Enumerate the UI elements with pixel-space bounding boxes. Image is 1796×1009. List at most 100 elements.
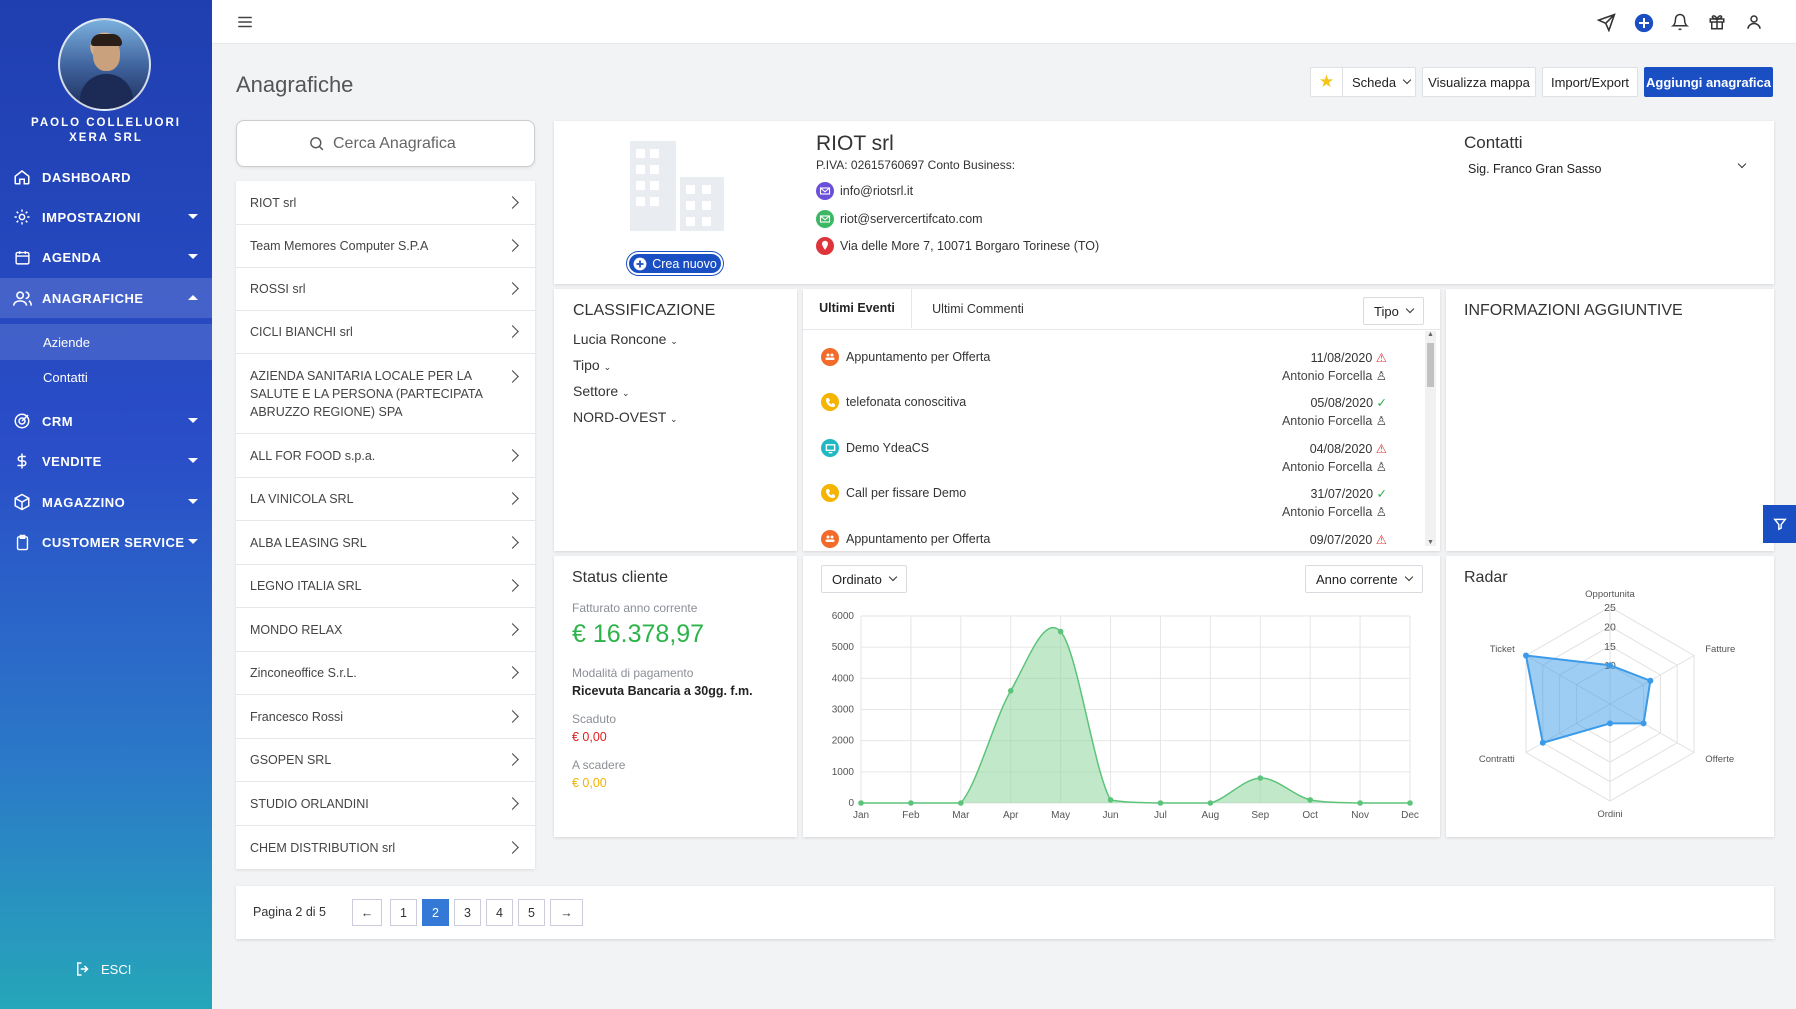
events-card: Ultimi Eventi Ultimi Commenti Tipo Appun… — [803, 289, 1440, 551]
list-item[interactable]: Team Memores Computer S.P.A — [236, 225, 535, 268]
list-item[interactable]: Zinconeoffice S.r.L. — [236, 652, 535, 695]
scrollbar-thumb[interactable] — [1427, 343, 1434, 387]
avatar[interactable] — [58, 18, 151, 111]
chevron-right-icon — [506, 840, 519, 854]
import-export-button[interactable]: Import/Export — [1542, 67, 1638, 97]
radar-axis-label: Contratti — [1479, 754, 1515, 765]
list-item[interactable]: AZIENDA SANITARIA LOCALE PER LA SALUTE E… — [236, 354, 535, 434]
pagination-page-3[interactable]: 3 — [454, 899, 481, 926]
sidebar-item-crm[interactable]: CRM — [0, 401, 212, 441]
home-icon — [12, 167, 32, 187]
tipo-filter-dropdown[interactable]: Tipo — [1363, 297, 1424, 325]
scheda-dropdown[interactable]: ★ Scheda — [1310, 67, 1416, 97]
bell-icon[interactable] — [1671, 13, 1691, 33]
list-item[interactable]: telefonata conoscitiva 05/08/2020 ✓ Anto… — [821, 392, 1425, 437]
list-item[interactable]: Francesco Rossi — [236, 695, 535, 739]
x-tick-label: Nov — [1351, 810, 1369, 821]
events-scrollbar[interactable]: ▲ ▼ — [1425, 331, 1436, 546]
box-icon — [12, 492, 32, 512]
sidebar-item-agenda[interactable]: AGENDA — [0, 237, 212, 277]
pagination-page-2[interactable]: 2 — [422, 899, 449, 926]
sidebar-item-customer-service[interactable]: CUSTOMER SERVICE — [0, 522, 212, 562]
list-item[interactable]: LEGNO ITALIA SRL — [236, 565, 535, 608]
classification-owner-dropdown[interactable]: Lucia Roncone ⌄ — [573, 331, 678, 347]
email-icon — [816, 210, 834, 228]
classification-card: CLASSIFICAZIONE Lucia Roncone ⌄ Tipo ⌄ S… — [554, 289, 797, 551]
send-icon[interactable] — [1597, 13, 1617, 33]
company-name: AZIENDA SANITARIA LOCALE PER LA SALUTE E… — [250, 368, 483, 419]
pagination-next-button[interactable]: → — [550, 899, 583, 926]
chevron-right-icon — [506, 282, 519, 295]
add-circle-icon[interactable] — [1634, 13, 1654, 33]
tab-ultimi-commenti[interactable]: Ultimi Commenti — [913, 289, 1043, 329]
contact-select[interactable]: Sig. Franco Gran Sasso — [1468, 159, 1753, 179]
star-icon[interactable]: ★ — [1311, 68, 1343, 96]
user-icon[interactable] — [1745, 13, 1765, 33]
list-item[interactable]: LA VINICOLA SRL — [236, 478, 535, 521]
list-item[interactable]: CHEM DISTRIBUTION srl — [236, 826, 535, 869]
sidebar-subitem-contatti[interactable]: Contatti — [0, 359, 212, 395]
sidebar-item-label: MAGAZZINO — [42, 494, 126, 510]
status-card: Status cliente Fatturato anno corrente €… — [554, 556, 797, 837]
x-tick-label: Feb — [902, 810, 920, 821]
crea-nuovo-button[interactable]: Crea nuovo — [627, 252, 723, 275]
building-icon — [628, 139, 726, 233]
list-item[interactable]: CICLI BIANCHI srl — [236, 311, 535, 354]
sidebar-item-anagrafiche[interactable]: ANAGRAFICHE — [0, 278, 212, 318]
list-item[interactable]: Call per fissare Demo 31/07/2020 ✓ Anton… — [821, 483, 1425, 528]
radar-axis-label: Offerte — [1705, 754, 1734, 765]
list-item[interactable]: ALBA LEASING SRL — [236, 521, 535, 565]
sidebar-item-dashboard[interactable]: DASHBOARD — [0, 157, 212, 197]
list-item[interactable]: RIOT srl — [236, 181, 535, 225]
list-item[interactable]: MONDO RELAX — [236, 608, 535, 652]
list-item[interactable]: ALL FOR FOOD s.p.a. — [236, 434, 535, 478]
list-item[interactable]: ROSSI srl — [236, 268, 535, 311]
pagination-label: Pagina 2 di 5 — [253, 905, 326, 919]
email-link[interactable]: riot@servercertifcato.com — [840, 212, 983, 226]
radar-tick-label: 15 — [1604, 641, 1616, 653]
chevron-right-icon — [506, 239, 519, 252]
event-date: 31/07/2020 ✓ — [1310, 487, 1387, 501]
radar-axis-label: Ticket — [1490, 644, 1515, 655]
pagination-page-5[interactable]: 5 — [518, 899, 545, 926]
scheda-label: Scheda — [1352, 74, 1397, 90]
list-item[interactable]: GSOPEN SRL — [236, 739, 535, 782]
chevron-right-icon — [506, 579, 519, 592]
sidebar-item-vendite[interactable]: VENDITE — [0, 441, 212, 481]
caret-down-icon — [188, 254, 198, 259]
additional-info-card: INFORMAZIONI AGGIUNTIVE — [1446, 289, 1774, 551]
company-name: Zinconeoffice S.r.L. — [250, 666, 357, 680]
scroll-down-icon[interactable]: ▼ — [1427, 539, 1434, 546]
visualizza-mappa-button[interactable]: Visualizza mappa — [1422, 67, 1536, 97]
list-item[interactable]: Appuntamento per Offerta 11/08/2020 ⚠ An… — [821, 347, 1425, 392]
list-item[interactable]: Demo YdeaCS 04/08/2020 ⚠ Antonio Forcell… — [821, 438, 1425, 483]
search-input[interactable] — [333, 134, 463, 153]
filter-tab[interactable] — [1763, 505, 1796, 543]
sidebar-item-magazzino[interactable]: MAGAZZINO — [0, 482, 212, 522]
list-item[interactable]: Appuntamento per Offerta 09/07/2020 ⚠ — [821, 529, 1425, 551]
list-item[interactable]: STUDIO ORLANDINI — [236, 782, 535, 826]
email-link[interactable]: info@riotsrl.it — [840, 184, 913, 198]
tab-ultimi-eventi[interactable]: Ultimi Eventi — [803, 289, 912, 329]
sidebar-subitem-aziende[interactable]: Aziende — [0, 324, 212, 360]
hamburger-menu-icon[interactable] — [236, 13, 256, 33]
contacts-title: Contatti — [1464, 133, 1523, 152]
caret-up-icon — [188, 295, 198, 300]
aggiungi-anagrafica-button[interactable]: Aggiungi anagrafica — [1644, 67, 1773, 97]
logout-button[interactable]: ESCI — [74, 960, 131, 978]
gift-icon[interactable] — [1708, 13, 1728, 33]
classification-zona-dropdown[interactable]: NORD-OVEST ⌄ — [573, 409, 678, 425]
classification-settore-dropdown[interactable]: Settore ⌄ — [573, 383, 630, 399]
sidebar-item-impostazioni[interactable]: IMPOSTAZIONI — [0, 197, 212, 237]
classification-tipo-dropdown[interactable]: Tipo ⌄ — [573, 357, 611, 373]
company-name: ROSSI srl — [250, 282, 306, 296]
scroll-up-icon[interactable]: ▲ — [1427, 331, 1434, 338]
pagination-page-1[interactable]: 1 — [390, 899, 417, 926]
pagination-page-4[interactable]: 4 — [486, 899, 513, 926]
company-piva: P.IVA: 02615760697 Conto Business: — [816, 158, 1016, 172]
data-point — [1107, 797, 1114, 803]
x-tick-label: Sep — [1251, 810, 1269, 821]
pagination-prev-button[interactable]: ← — [352, 899, 382, 926]
search-box[interactable] — [236, 120, 535, 167]
radar-axis-label: Ordini — [1597, 809, 1622, 820]
